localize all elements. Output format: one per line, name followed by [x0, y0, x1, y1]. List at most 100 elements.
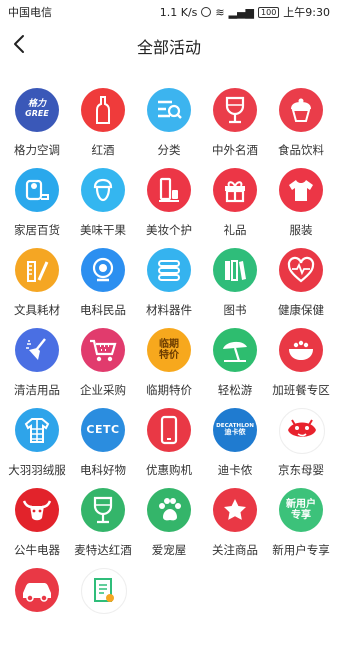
clock: 上午9:30 — [283, 6, 330, 19]
category-label: 电科民品 — [80, 303, 126, 317]
category-item[interactable]: 健康保健 — [268, 248, 334, 328]
category-label: 分类 — [157, 143, 181, 157]
category-item[interactable]: 材料器件 — [136, 248, 202, 328]
category-item[interactable]: 美味干果 — [70, 168, 136, 248]
cetc-logo-icon: CETC — [81, 408, 125, 452]
category-list-icon — [147, 88, 191, 132]
category-label: 中外名酒 — [212, 143, 258, 157]
category-item[interactable]: 红酒 — [70, 88, 136, 168]
category-item[interactable]: 大羽羽绒服 — [4, 408, 70, 488]
cosmetics-icon — [147, 168, 191, 212]
category-label: 美妆个护 — [146, 223, 192, 237]
brand-subtext: 迪卡侬 — [224, 428, 246, 437]
category-label: 轻松游 — [217, 383, 253, 397]
category-item[interactable]: 关注商品 — [202, 488, 268, 568]
category-label: 加班餐专区 — [272, 383, 330, 397]
wine-bottle-icon — [81, 88, 125, 132]
category-item[interactable]: 加班餐专区 — [268, 328, 334, 408]
paw-icon — [147, 488, 191, 532]
wifi-icon: ≋ — [215, 5, 225, 19]
books-icon — [213, 248, 257, 292]
category-label: 服装 — [289, 223, 313, 237]
category-item[interactable]: 图书 — [202, 248, 268, 328]
category-item[interactable] — [4, 568, 70, 648]
category-item[interactable]: 新用户 专享新用户专享 — [268, 488, 334, 568]
category-label: 健康保健 — [278, 303, 324, 317]
stationery-icon — [15, 248, 59, 292]
food-bowl-icon — [279, 328, 323, 372]
shopping-cart-icon — [81, 328, 125, 372]
category-item[interactable]: 格力 GREE 格力空调 — [4, 88, 70, 168]
category-item[interactable] — [70, 568, 136, 648]
gree-logo-icon: 格力 GREE — [15, 88, 59, 132]
category-label: 红酒 — [91, 143, 115, 157]
category-item[interactable]: 清洁用品 — [4, 328, 70, 408]
category-item[interactable]: 家居百货 — [4, 168, 70, 248]
network-speed: 1.1 K/s — [159, 5, 198, 19]
category-label: 京东母婴 — [278, 463, 324, 477]
category-item[interactable]: CETC 电科好物 — [70, 408, 136, 488]
category-item[interactable]: 企业采购 — [70, 328, 136, 408]
nut-icon — [81, 168, 125, 212]
discount-text-icon: 临期 特价 — [147, 328, 191, 372]
star-icon — [213, 488, 257, 532]
category-label: 优惠购机 — [146, 463, 192, 477]
category-label: 文具耗材 — [14, 303, 60, 317]
car-icon — [15, 568, 59, 612]
category-label: 企业采购 — [80, 383, 126, 397]
badge-text: 临期 特价 — [159, 339, 179, 361]
category-label: 电科好物 — [80, 463, 126, 477]
category-item[interactable]: DECATHLON 迪卡侬 迪卡侬 — [202, 408, 268, 488]
webcam-icon — [81, 248, 125, 292]
category-item[interactable]: 轻松游 — [202, 328, 268, 408]
gift-icon — [213, 168, 257, 212]
category-label: 大羽羽绒服 — [8, 463, 66, 477]
category-label: 爱宠屋 — [151, 543, 187, 557]
category-item[interactable]: 临期 特价 临期特价 — [136, 328, 202, 408]
wine-glass-icon — [81, 488, 125, 532]
document-certificate-icon — [81, 568, 127, 614]
category-item[interactable]: 中外名酒 — [202, 88, 268, 168]
category-label: 美味干果 — [80, 223, 126, 237]
tissue-roll-icon — [15, 168, 59, 212]
category-item[interactable]: 公牛电器 — [4, 488, 70, 568]
category-item[interactable]: 分类 — [136, 88, 202, 168]
category-item[interactable]: 京东母婴 — [268, 408, 334, 488]
category-label: 图书 — [223, 303, 247, 317]
signal-icon: ▂▄▆ — [228, 5, 255, 19]
wine-glass-icon — [213, 88, 257, 132]
category-label: 家居百货 — [14, 223, 60, 237]
materials-icon — [147, 248, 191, 292]
category-item[interactable]: 美妆个护 — [136, 168, 202, 248]
down-jacket-icon — [15, 408, 59, 452]
badge-text: 新用户 专享 — [286, 499, 316, 521]
category-label: 材料器件 — [146, 303, 192, 317]
tshirt-icon — [279, 168, 323, 212]
category-item[interactable]: 爱宠屋 — [136, 488, 202, 568]
category-label: 麦特达红酒 — [74, 543, 132, 557]
category-item[interactable]: 服装 — [268, 168, 334, 248]
category-item[interactable]: 食品饮料 — [268, 88, 334, 168]
decathlon-logo-icon: DECATHLON 迪卡侬 — [213, 408, 257, 452]
cupcake-icon — [279, 88, 323, 132]
category-label: 新用户专享 — [272, 543, 330, 557]
category-label: 临期特价 — [146, 383, 192, 397]
smartphone-icon — [147, 408, 191, 452]
category-label: 关注商品 — [212, 543, 258, 557]
category-label: 公牛电器 — [14, 543, 60, 557]
category-item[interactable]: 文具耗材 — [4, 248, 70, 328]
page-title: 全部活动 — [136, 38, 201, 57]
beach-umbrella-icon — [213, 328, 257, 372]
category-label: 礼品 — [223, 223, 247, 237]
brand-text: CETC — [86, 422, 120, 436]
carrier-name: 中国电信 — [8, 6, 52, 19]
category-item[interactable]: 礼品 — [202, 168, 268, 248]
new-user-text-icon: 新用户 专享 — [279, 488, 323, 532]
nav-bar: 全部活动 — [0, 22, 338, 66]
category-item[interactable]: 电科民品 — [70, 248, 136, 328]
category-item[interactable]: 优惠购机 — [136, 408, 202, 488]
category-item[interactable]: 麦特达红酒 — [70, 488, 136, 568]
broom-icon — [15, 328, 59, 372]
bull-logo-icon — [15, 488, 59, 532]
alarm-icon — [201, 7, 212, 17]
